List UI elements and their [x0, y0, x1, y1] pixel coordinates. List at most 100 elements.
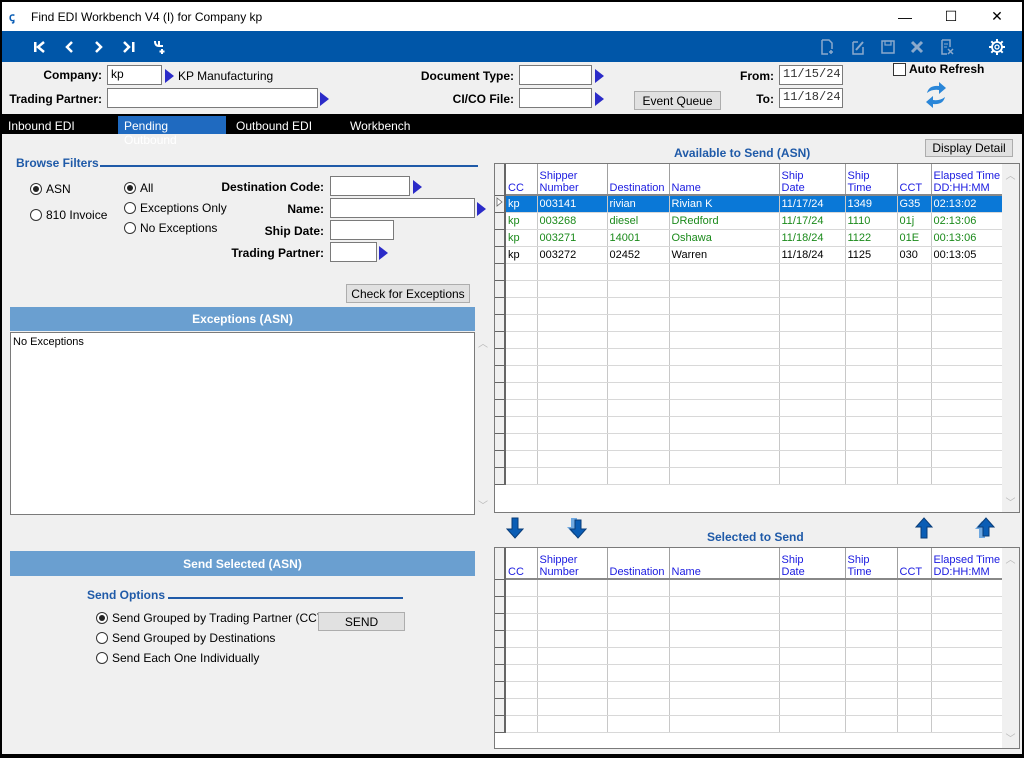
scroll-up-icon[interactable]: ︿: [1002, 167, 1019, 182]
available-cell[interactable]: [607, 297, 670, 315]
available-cell[interactable]: [607, 416, 670, 434]
row-selector[interactable]: [495, 246, 506, 264]
available-cell[interactable]: [845, 263, 898, 281]
selected-cell[interactable]: [931, 664, 1004, 682]
selected-cell[interactable]: [779, 664, 846, 682]
available-cell[interactable]: [537, 348, 608, 366]
available-cell[interactable]: [845, 314, 898, 332]
radio-all[interactable]: All: [124, 181, 153, 195]
from-date-input[interactable]: 11/15/24: [779, 65, 843, 85]
selected-cell[interactable]: [931, 630, 1004, 648]
selected-cell[interactable]: [607, 681, 670, 699]
selected-cell[interactable]: [931, 579, 1004, 597]
radio-send-grouped-destinations-dot[interactable]: [96, 632, 108, 644]
cico-file-input[interactable]: [519, 88, 592, 108]
available-cell[interactable]: [505, 450, 538, 468]
available-cell[interactable]: [607, 433, 670, 451]
selected-cell[interactable]: [669, 596, 780, 614]
selected-cell[interactable]: [669, 613, 780, 631]
available-cell[interactable]: 1349: [845, 195, 898, 213]
selected-cell[interactable]: [845, 715, 898, 733]
row-selector[interactable]: [495, 681, 506, 699]
radio-send-individually-dot[interactable]: [96, 652, 108, 664]
selected-cell[interactable]: [897, 664, 932, 682]
send-button[interactable]: SEND: [318, 612, 405, 631]
available-cell[interactable]: 02452: [607, 246, 670, 264]
selected-column-header[interactable]: Destination: [607, 548, 670, 580]
available-cell[interactable]: [897, 297, 932, 315]
selected-cell[interactable]: [607, 647, 670, 665]
tab-outbound-edi[interactable]: Outbound EDI: [230, 116, 340, 134]
available-cell[interactable]: [931, 365, 1004, 383]
selected-cell[interactable]: [845, 664, 898, 682]
radio-asn-dot[interactable]: [30, 183, 42, 195]
row-selector[interactable]: [495, 698, 506, 716]
available-cell[interactable]: [897, 416, 932, 434]
refresh-icon[interactable]: [924, 81, 948, 109]
available-cell[interactable]: [931, 467, 1004, 485]
available-table-row[interactable]: [495, 399, 1004, 417]
selected-cell[interactable]: [779, 579, 846, 597]
available-cell[interactable]: 02:13:06: [931, 212, 1004, 230]
scroll-down-icon[interactable]: ﹀: [1002, 494, 1019, 509]
selected-table-row[interactable]: [495, 681, 1004, 699]
available-cell[interactable]: [607, 263, 670, 281]
row-selector[interactable]: [495, 331, 506, 349]
available-cell[interactable]: 003141: [537, 195, 608, 213]
save-button[interactable]: [878, 37, 898, 57]
selected-cell[interactable]: [669, 681, 780, 699]
available-cell[interactable]: [669, 416, 780, 434]
selected-table-row[interactable]: [495, 698, 1004, 716]
available-cell[interactable]: [505, 314, 538, 332]
available-cell[interactable]: [537, 331, 608, 349]
selected-cell[interactable]: [537, 630, 608, 648]
selected-cell[interactable]: [607, 698, 670, 716]
available-cell[interactable]: [537, 365, 608, 383]
available-cell[interactable]: [669, 467, 780, 485]
available-table-row[interactable]: [495, 416, 1004, 434]
row-selector[interactable]: [495, 647, 506, 665]
delete-button[interactable]: [907, 37, 927, 57]
available-cell[interactable]: [669, 331, 780, 349]
row-selector[interactable]: [495, 280, 506, 298]
available-cell[interactable]: [669, 382, 780, 400]
scroll-up-icon[interactable]: ︿: [1002, 551, 1019, 566]
available-cell[interactable]: [779, 263, 846, 281]
available-cell[interactable]: [607, 399, 670, 417]
available-column-header[interactable]: Ship Time: [845, 164, 898, 196]
selected-cell[interactable]: [669, 698, 780, 716]
available-cell[interactable]: [845, 450, 898, 468]
company-lookup-icon[interactable]: [165, 69, 174, 83]
row-selector[interactable]: [495, 630, 506, 648]
selected-cell[interactable]: [931, 613, 1004, 631]
ship-date-input[interactable]: [330, 220, 394, 240]
filter-trading-partner-input[interactable]: [330, 242, 377, 262]
available-cell[interactable]: [669, 450, 780, 468]
available-cell[interactable]: [537, 297, 608, 315]
selected-cell[interactable]: [505, 579, 538, 597]
row-selector[interactable]: [495, 467, 506, 485]
cico-file-lookup-icon[interactable]: [595, 92, 604, 106]
selected-cell[interactable]: [779, 681, 846, 699]
selected-cell[interactable]: [931, 698, 1004, 716]
auto-refresh-checkbox[interactable]: Auto Refresh: [893, 62, 984, 76]
available-table-row[interactable]: [495, 263, 1004, 281]
selected-cell[interactable]: [845, 630, 898, 648]
available-cell[interactable]: [845, 399, 898, 417]
selected-cell[interactable]: [779, 698, 846, 716]
available-cell[interactable]: [505, 416, 538, 434]
available-cell[interactable]: [505, 280, 538, 298]
available-cell[interactable]: [669, 297, 780, 315]
available-column-header[interactable]: Name: [669, 164, 780, 196]
selected-cell[interactable]: [537, 664, 608, 682]
available-cell[interactable]: [537, 382, 608, 400]
selected-cell[interactable]: [537, 698, 608, 716]
available-cell[interactable]: kp: [505, 229, 538, 247]
row-selector[interactable]: [495, 263, 506, 281]
available-cell[interactable]: [505, 382, 538, 400]
available-table-row[interactable]: [495, 314, 1004, 332]
available-cell[interactable]: [505, 399, 538, 417]
name-lookup-icon[interactable]: [477, 202, 486, 216]
row-selector[interactable]: [495, 314, 506, 332]
available-cell[interactable]: [779, 348, 846, 366]
